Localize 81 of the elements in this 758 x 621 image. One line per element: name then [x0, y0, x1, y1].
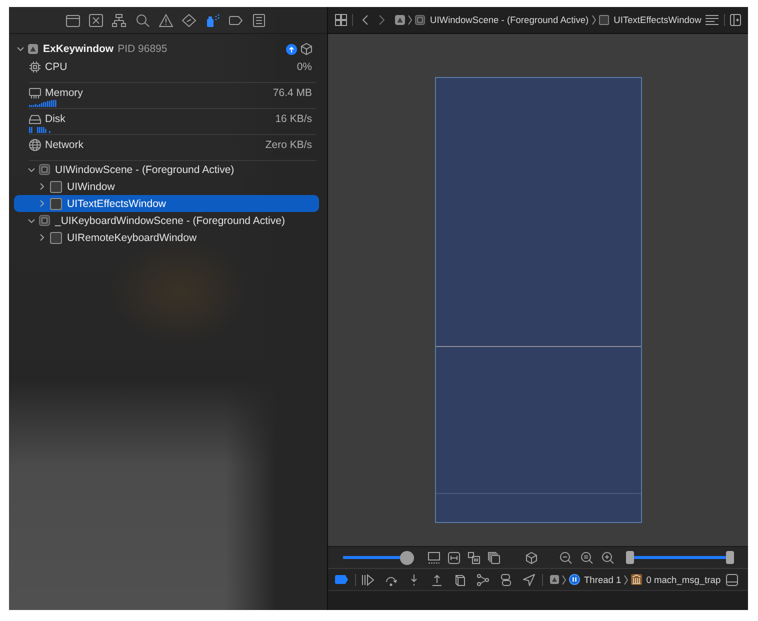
chevron-down-icon[interactable]	[16, 47, 24, 51]
range-handle[interactable]	[626, 551, 634, 564]
overlap-boxes-icon[interactable]	[468, 552, 480, 564]
window-icon	[598, 15, 609, 25]
gauge-value: 16 KB/s	[275, 113, 312, 125]
process-name: ExKeywindow	[43, 43, 114, 55]
x-box-icon[interactable]	[89, 14, 104, 26]
chip-icon	[29, 61, 41, 73]
stacked-pages-icon[interactable]	[488, 552, 500, 564]
window-icon	[50, 198, 62, 210]
gauge-value: 76.4 MB	[272, 87, 312, 99]
scene-icon	[39, 215, 50, 226]
app-icon[interactable]	[395, 15, 405, 25]
breadcrumb[interactable]: Thread 1	[569, 574, 622, 585]
usage-sparkline	[29, 126, 51, 133]
warning-icon[interactable]	[159, 14, 173, 26]
chevron-right-icon	[562, 574, 566, 584]
gauge-label: Disk	[45, 113, 66, 125]
tree-item[interactable]: UIRemoteKeyboardWindow	[14, 229, 319, 246]
chevron-right-icon	[408, 15, 412, 25]
location-arrow-icon[interactable]	[523, 574, 535, 586]
slider-thumb[interactable]	[400, 550, 414, 564]
breadcrumb[interactable]: 0 mach_msg_trap	[631, 574, 721, 585]
breadcrumb[interactable]: UIWindowScene - (Foreground Active)	[415, 15, 589, 25]
tag-icon[interactable]	[228, 14, 243, 26]
breadcrumb[interactable]: UITextEffectsWindow	[598, 15, 702, 25]
step-into-icon[interactable]	[408, 574, 420, 586]
tree-item[interactable]: UIWindowScene - (Foreground Active)	[14, 161, 319, 178]
process-id: PID 96895	[118, 43, 168, 55]
tree-item[interactable]: UITextEffectsWindow	[14, 195, 319, 212]
zoom-in-icon[interactable]	[602, 552, 614, 564]
chevron-right-icon[interactable]	[40, 234, 44, 241]
scene-icon	[39, 164, 50, 175]
pause-icon	[569, 574, 580, 585]
search-icon[interactable]	[136, 14, 150, 26]
breakpoint-tag-icon[interactable]	[335, 575, 348, 584]
gauge-value: Zero KB/s	[265, 139, 312, 151]
frame-icon[interactable]	[428, 552, 440, 564]
width-icon[interactable]	[448, 552, 460, 564]
spray-icon[interactable]	[206, 14, 220, 26]
zoom-out-icon[interactable]	[560, 552, 572, 564]
gauge-label: Memory	[45, 87, 83, 99]
folder-icon[interactable]	[66, 14, 80, 26]
document-icon[interactable]	[252, 14, 266, 26]
memory-icon	[29, 87, 41, 99]
chevron-right-icon	[592, 15, 596, 25]
lines-icon[interactable]	[705, 15, 719, 25]
forward-icon[interactable]	[379, 15, 385, 25]
tree-item[interactable]: _UIKeyboardWindowScene - (Foreground Active)	[14, 212, 319, 229]
chevron-down-icon[interactable]	[28, 168, 34, 172]
back-icon[interactable]	[362, 15, 368, 25]
range-handle[interactable]	[726, 551, 734, 564]
stacked-rects-icon[interactable]	[500, 574, 512, 586]
step-out-icon[interactable]	[431, 574, 443, 586]
graph-nodes-icon[interactable]	[477, 574, 489, 586]
zoom-reset-icon[interactable]	[581, 552, 593, 564]
split-editor-icon[interactable]	[730, 14, 741, 26]
chevron-right-icon[interactable]	[40, 183, 44, 190]
cube-icon[interactable]	[526, 552, 537, 564]
chevron-down-icon[interactable]	[28, 218, 34, 222]
continue-icon[interactable]	[362, 574, 374, 586]
cube-icon[interactable]	[301, 43, 312, 55]
diamond-icon[interactable]	[182, 14, 196, 26]
gauge-label: Network	[45, 139, 84, 151]
chevron-right-icon	[624, 574, 628, 584]
gauge-label: CPU	[45, 61, 68, 73]
gauge-value: 0%	[296, 61, 312, 73]
box-icon[interactable]	[454, 574, 466, 586]
columns-icon	[631, 574, 642, 585]
hierarchy-icon[interactable]	[112, 14, 126, 26]
app-icon[interactable]	[550, 575, 559, 584]
arrow-circle-icon[interactable]	[286, 44, 297, 54]
app-icon	[28, 44, 38, 54]
globe-icon	[29, 139, 41, 151]
tree-item[interactable]: UIWindow	[14, 178, 319, 195]
panel-icon[interactable]	[726, 574, 738, 586]
window-icon	[50, 180, 62, 192]
usage-sparkline	[29, 100, 57, 107]
scene-icon	[415, 15, 425, 25]
grid-icon[interactable]	[335, 14, 347, 26]
window-icon	[50, 232, 62, 244]
